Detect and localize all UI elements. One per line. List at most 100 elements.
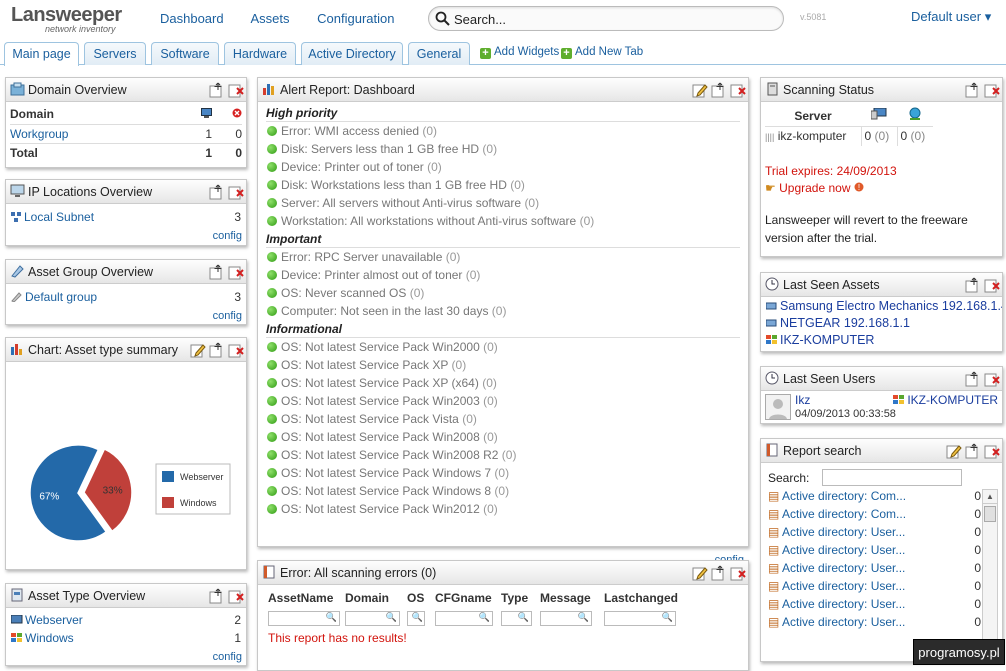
close-icon[interactable] (228, 264, 244, 280)
tab-active-directory[interactable]: Active Directory (301, 42, 403, 65)
alert-item[interactable]: OS: Not latest Service Pack Vista (0) (264, 410, 742, 428)
alert-item[interactable]: Disk: Servers less than 1 GB free HD (0) (264, 140, 742, 158)
alert-item[interactable]: Workstation: All workstations without An… (264, 212, 742, 230)
edit-icon[interactable] (692, 82, 708, 98)
scroll-thumb[interactable] (984, 506, 996, 522)
edit-icon[interactable] (190, 342, 206, 358)
config-link[interactable]: config (213, 651, 242, 663)
filter-input[interactable]: 🔍 (501, 610, 532, 626)
report-item[interactable]: ▤ Active directory: User... 0 (766, 561, 981, 579)
alert-item[interactable]: OS: Not latest Service Pack Win2000 (0) (264, 338, 742, 356)
alert-item[interactable]: OS: Not latest Service Pack Windows 7 (0… (264, 464, 742, 482)
move-icon[interactable] (965, 443, 981, 459)
user-link[interactable]: Ikz (795, 393, 810, 407)
alert-item[interactable]: OS: Not latest Service Pack Win2008 (0) (264, 428, 742, 446)
move-icon[interactable] (965, 371, 981, 387)
lansweeper-logo[interactable]: Lansweeper network inventory (11, 5, 122, 34)
ip-location-link[interactable]: Local Subnet (11, 210, 94, 224)
nav-configuration[interactable]: Configuration (317, 11, 394, 26)
move-icon[interactable] (209, 342, 225, 358)
upgrade-now-link[interactable]: ☛ Upgrade now ! (765, 181, 998, 195)
close-icon[interactable] (228, 588, 244, 604)
tab-general[interactable]: General (408, 42, 470, 65)
tab-main-page[interactable]: Main page (4, 42, 79, 66)
asset-group-link[interactable]: Default group (11, 290, 97, 304)
config-link[interactable]: config (213, 230, 242, 242)
close-icon[interactable] (228, 82, 244, 98)
asset-link[interactable]: NETGEAR 192.168.1.1 (765, 316, 910, 330)
alert-item[interactable]: OS: Not latest Service Pack XP (0) (264, 356, 742, 374)
alert-item[interactable]: OS: Not latest Service Pack Win2012 (0) (264, 500, 742, 518)
asset-type-link-windows[interactable]: Windows (11, 631, 74, 649)
top-bar: Lansweeper network inventory Dashboard A… (0, 0, 1006, 38)
move-icon[interactable] (965, 277, 981, 293)
close-icon[interactable] (730, 82, 746, 98)
close-icon[interactable] (984, 443, 1000, 459)
alert-item[interactable]: Device: Printer out of toner (0) (264, 158, 742, 176)
report-item[interactable]: ▤ Active directory: Com... 0 (766, 507, 981, 525)
alert-item[interactable]: OS: Not latest Service Pack Win2003 (0) (264, 392, 742, 410)
alert-item[interactable]: OS: Never scanned OS (0) (264, 284, 742, 302)
filter-input[interactable]: 🔍 (604, 610, 676, 626)
filter-input[interactable]: 🔍 (345, 610, 400, 626)
report-item[interactable]: ▤ Active directory: Com... 0 (766, 489, 981, 507)
user-menu[interactable]: Default user ▾ (911, 9, 991, 25)
alert-item[interactable]: OS: Not latest Service Pack XP (x64) (0) (264, 374, 742, 392)
close-icon[interactable] (228, 184, 244, 200)
alert-item[interactable]: Error: WMI access denied (0) (264, 122, 742, 140)
tab-software[interactable]: Software (151, 42, 219, 65)
tab-servers[interactable]: Servers (84, 42, 146, 65)
edit-icon[interactable] (692, 565, 708, 581)
add-widgets-link[interactable]: + Add Widgets (480, 46, 559, 59)
nav-dashboard[interactable]: Dashboard (160, 11, 224, 26)
widget-controls (965, 371, 1000, 387)
filter-input[interactable]: 🔍 (268, 610, 340, 626)
scrollbar[interactable]: ▲ (982, 489, 998, 657)
close-icon[interactable] (984, 371, 1000, 387)
close-icon[interactable] (730, 565, 746, 581)
filter-input[interactable]: 🔍 (435, 610, 493, 626)
report-item[interactable]: ▤ Active directory: User... 0 (766, 543, 981, 561)
computer-link[interactable]: IKZ-KOMPUTER (893, 393, 998, 407)
watermark: programosy.pl (913, 639, 1005, 665)
asset-link[interactable]: Samsung Electro Mechanics 192.168.1.4 (765, 299, 1002, 313)
move-icon[interactable] (209, 82, 225, 98)
report-item[interactable]: ▤ Active directory: User... 0 (766, 525, 981, 543)
domain-link[interactable]: Workgroup (10, 127, 68, 141)
search-input[interactable]: Search... (428, 6, 784, 31)
report-item[interactable]: ▤ Active directory: User... 0 (766, 579, 981, 597)
add-new-tab-link[interactable]: + Add New Tab (561, 46, 643, 59)
move-icon[interactable] (209, 588, 225, 604)
move-icon[interactable] (711, 565, 727, 581)
alert-item[interactable]: Disk: Workstations less than 1 GB free H… (264, 176, 742, 194)
move-icon[interactable] (965, 82, 981, 98)
filter-input[interactable]: 🔍 (540, 610, 592, 626)
edit-icon[interactable] (946, 443, 962, 459)
move-icon[interactable] (209, 264, 225, 280)
alert-item[interactable]: OS: Not latest Service Pack Windows 8 (0… (264, 482, 742, 500)
status-ok-icon (267, 216, 277, 226)
alert-item[interactable]: Device: Printer almost out of toner (0) (264, 266, 742, 284)
alert-item[interactable]: OS: Not latest Service Pack Win2008 R2 (… (264, 446, 742, 464)
config-link[interactable]: config (213, 310, 242, 322)
close-icon[interactable] (228, 342, 244, 358)
report-item[interactable]: ▤ Active directory: User... 0 (766, 597, 981, 615)
report-item[interactable]: ▤ Active directory: User... 0 (766, 615, 981, 633)
tab-hardware[interactable]: Hardware (224, 42, 296, 65)
freeware-note: Lansweeper will revert to the freeware v… (765, 213, 968, 245)
report-search-input[interactable] (822, 469, 962, 486)
alert-item[interactable]: Error: RPC Server unavailable (0) (264, 248, 742, 266)
scroll-up-icon[interactable]: ▲ (983, 490, 997, 504)
nav-assets[interactable]: Assets (251, 11, 290, 26)
asset-link[interactable]: IKZ-KOMPUTER (766, 333, 874, 347)
alert-item[interactable]: Server: All servers without Anti-virus s… (264, 194, 742, 212)
widget-header: IP Locations Overview (6, 180, 246, 204)
asset-type-link-webserver[interactable]: Webserver (10, 613, 83, 631)
close-icon[interactable] (984, 277, 1000, 293)
move-icon[interactable] (711, 82, 727, 98)
widget-header: Last Seen Users (761, 367, 1002, 391)
move-icon[interactable] (209, 184, 225, 200)
close-icon[interactable] (984, 82, 1000, 98)
filter-input[interactable]: 🔍 (407, 610, 425, 626)
alert-item[interactable]: Computer: Not seen in the last 30 days (… (264, 302, 742, 320)
